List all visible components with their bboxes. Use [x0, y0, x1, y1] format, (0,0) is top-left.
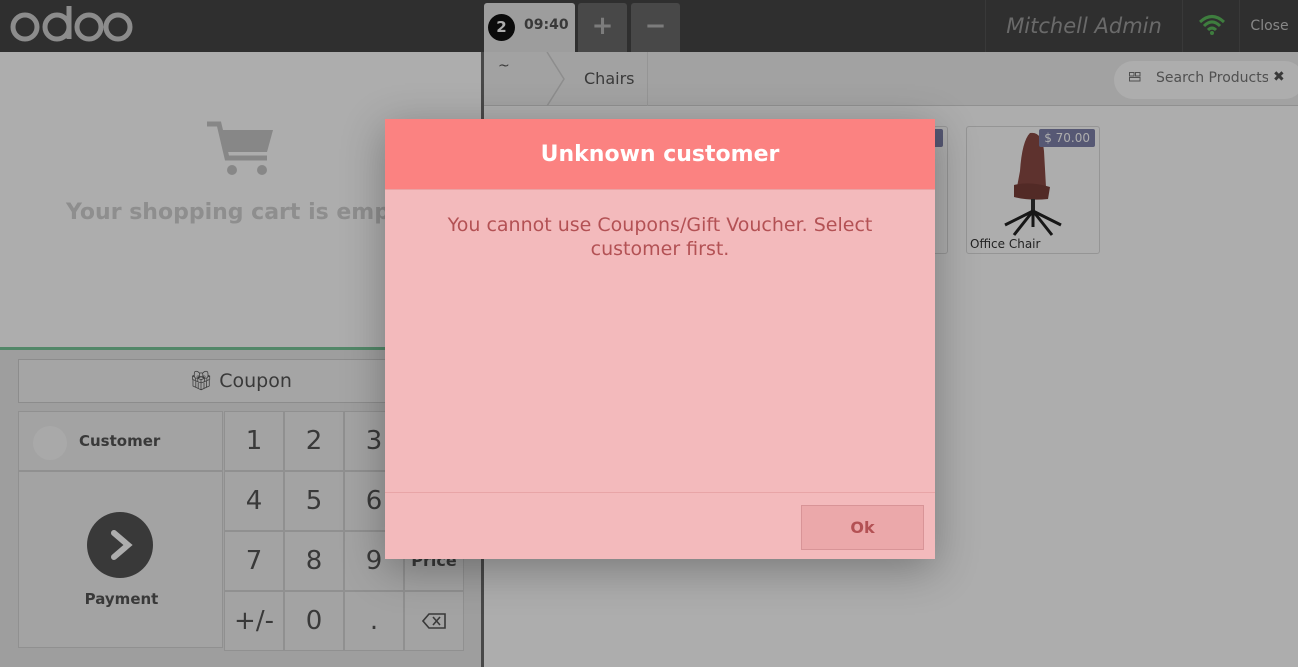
dialog-title: Unknown customer	[385, 119, 935, 190]
error-dialog: Unknown customer You cannot use Coupons/…	[385, 119, 935, 559]
dialog-message: You cannot use Coupons/Gift Voucher. Sel…	[447, 214, 873, 260]
ok-button[interactable]: Ok	[801, 505, 924, 550]
dialog-footer: Ok	[385, 492, 935, 559]
